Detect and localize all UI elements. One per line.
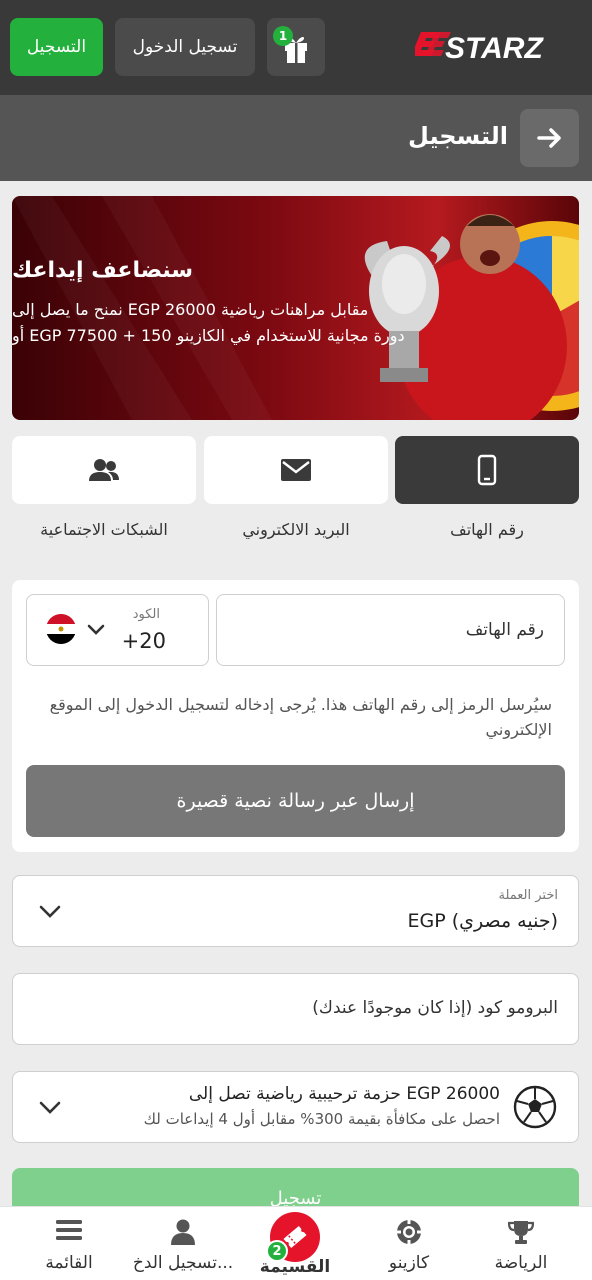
nav-menu[interactable]: القائمة [10,1207,128,1280]
banner-title: سنضاعف إيداعك [12,258,194,283]
nav-login[interactable]: تسجيل الدخ... [124,1207,242,1280]
back-button[interactable] [520,109,579,167]
nav-label-menu: القائمة [45,1253,93,1273]
phone-icon [477,454,497,486]
trophy-icon [508,1221,534,1244]
coupon-count-badge: 2 [266,1240,288,1262]
arrow-right-icon [536,128,561,148]
phone-number-input[interactable]: رقم الهاتف [216,594,565,666]
promo-code-input[interactable]: البرومو كود (إذا كان موجودًا عندك) [12,973,579,1045]
menu-icon [56,1220,82,1240]
method-label-social: الشبكات الاجتماعية [40,520,168,539]
page-header: التسجيل [0,95,592,181]
nav-label-casino: كازينو [388,1253,430,1273]
nav-casino[interactable]: كازينو [350,1207,468,1280]
nav-label-sports: الرياضة [494,1253,548,1273]
chevron-down-icon [39,1101,61,1114]
soccer-ball-icon [513,1085,557,1129]
method-tab-phone[interactable] [395,436,579,504]
page-title: التسجيل [408,122,508,150]
gift-icon [285,37,307,63]
top-header: التسجيل تسجيل الدخول 1 STARZ [0,0,592,95]
users-icon [89,459,119,481]
brand-logo[interactable]: STARZ [411,28,573,65]
bonus-title: حزمة ترحيبية رياضية تصل إلى EGP 26000 [188,1084,500,1104]
phone-registration-card: الكود +20 رقم الهاتف سيُرسل الرمز إلى رق… [12,580,579,852]
country-code-selector[interactable]: الكود +20 [26,594,209,666]
promo-code-placeholder: البرومو كود (إذا كان موجودًا عندك) [312,998,558,1018]
bonus-subtitle: احصل على مكافأة بقيمة 300% مقابل أول 4 إ… [143,1110,500,1128]
method-label-phone: رقم الهاتف [450,520,524,539]
bonus-select[interactable]: حزمة ترحيبية رياضية تصل إلى EGP 26000 اح… [12,1071,579,1143]
banner-line-1: نمنح ما يصل إلى EGP 26000 مقابل مراهنات … [12,300,369,319]
nav-sports[interactable]: الرياضة [462,1207,580,1280]
svg-text:STARZ: STARZ [445,32,544,64]
promo-banner[interactable]: سنضاعف إيداعك نمنح ما يصل إلى EGP 26000 … [12,196,579,420]
nav-label-login: تسجيل الدخ... [132,1253,234,1273]
method-tab-email[interactable] [204,436,388,504]
gift-count-badge: 1 [273,26,293,46]
currency-select[interactable]: اختر العملة EGP (جنيه مصري) [12,875,579,947]
register-button[interactable]: التسجيل [10,18,103,76]
egypt-flag-icon [46,614,76,644]
sms-info-text: سيُرسل الرمز إلى رقم الهاتف هذا. يُرجى إ… [49,695,552,739]
chevron-down-icon [87,624,105,635]
country-code-value: +20 [121,629,166,653]
country-code-label: الكود [132,607,160,622]
login-button[interactable]: تسجيل الدخول [115,18,255,76]
banner-line-2: أو EGP 77500 + 150 دورة مجانية للاستخدام… [12,326,405,345]
gift-button[interactable]: 1 [267,18,325,76]
currency-label: اختر العملة [498,888,558,903]
send-sms-button[interactable]: إرسال عبر رسالة نصية قصيرة [26,765,565,837]
method-tab-social[interactable] [12,436,196,504]
casino-chip-icon [397,1220,421,1244]
chevron-down-icon [39,905,61,918]
currency-value: EGP (جنيه مصري) [407,910,558,932]
envelope-icon [281,459,311,481]
user-icon [171,1219,195,1245]
method-label-email: البريد الالكتروني [242,520,350,539]
